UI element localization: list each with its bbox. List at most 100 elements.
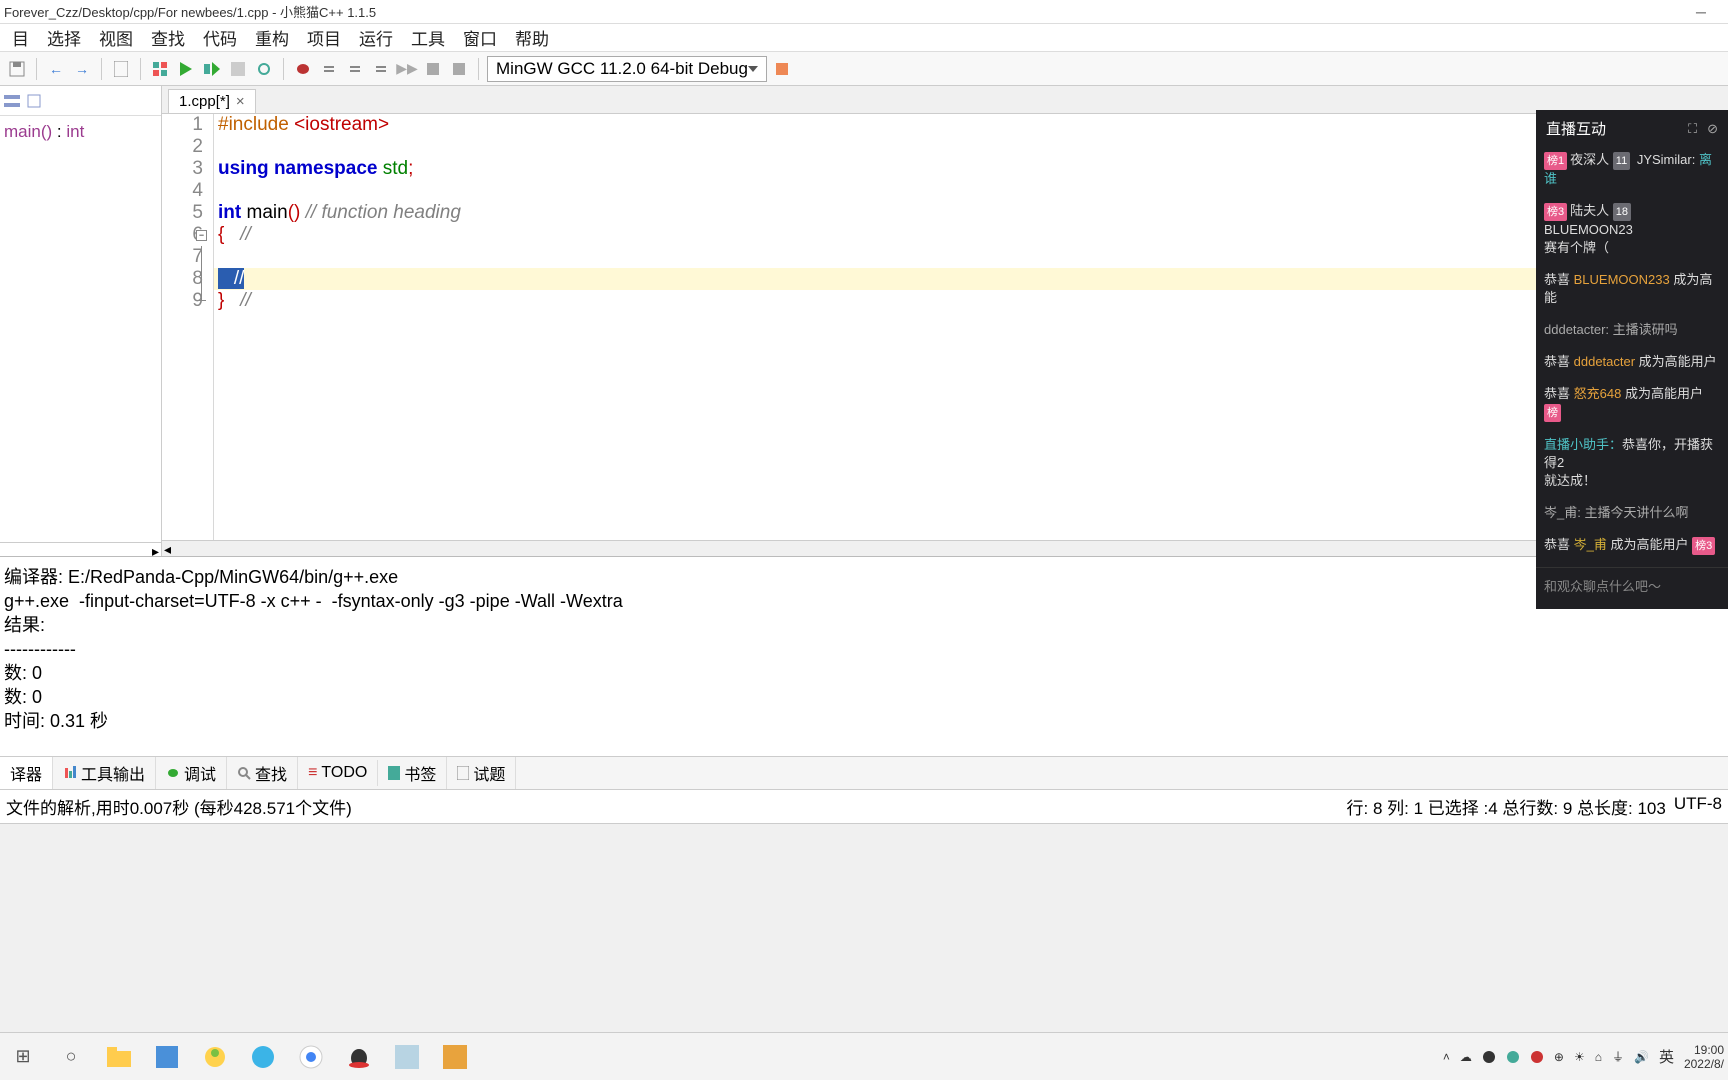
tree-type-label: int [66, 122, 84, 141]
tab-label: 1.cpp[*] [179, 93, 230, 110]
menu-item[interactable]: 窗口 [455, 23, 505, 52]
step-over-icon[interactable] [318, 58, 340, 80]
chat-message: 岑_甫: 主播今天讲什么啊 [1544, 504, 1720, 522]
debug-icon[interactable] [292, 58, 314, 80]
code-editor[interactable]: 123456789 #include <iostream> using name… [162, 114, 1728, 540]
app-icon[interactable] [392, 1042, 422, 1072]
menu-item[interactable]: 工具 [403, 23, 453, 52]
window-title: Forever_Czz/Desktop/cpp/For newbees/1.cp… [4, 2, 376, 21]
tree-icon[interactable] [4, 93, 20, 109]
back-icon[interactable]: ← [45, 58, 67, 80]
step-out-icon[interactable] [370, 58, 392, 80]
continue-icon[interactable]: ▶▶ [396, 58, 418, 80]
line-gutter: 123456789 [162, 114, 214, 540]
parse-status-label: 文件的解析,用时0.007秒 (每秒428.571个文件) [6, 794, 352, 819]
tray-icon[interactable]: ⌂ [1595, 1050, 1602, 1064]
toolbar: ← → ▶▶ MinGW GCC 11.2.0 64-bit Debug [0, 52, 1728, 86]
live-chat-panel: 直播互动 ⛶ ⊘ 榜1夜深人 11 JYSimilar: 离谁 榜3陆夫人 18 … [1536, 110, 1728, 609]
bottom-tab[interactable]: ≡TODO [298, 760, 378, 786]
tray-icon[interactable]: ⊕ [1554, 1050, 1564, 1064]
chat-message: 恭喜 岑_甫 成为高能用户 榜3 [1544, 536, 1720, 555]
file-icon[interactable] [110, 58, 132, 80]
menu-item[interactable]: 查找 [143, 23, 193, 52]
menu-item[interactable]: 帮助 [507, 23, 557, 52]
editor-tabbar: 1.cpp[*] × [162, 86, 1728, 114]
forward-icon[interactable]: → [71, 58, 93, 80]
start-icon[interactable]: ⊞ [8, 1042, 38, 1072]
editor-tab[interactable]: 1.cpp[*] × [168, 89, 256, 113]
chevron-down-icon [748, 66, 758, 72]
chat-message: 榜1夜深人 11 JYSimilar: 离谁 [1544, 151, 1720, 188]
app-icon[interactable] [152, 1042, 182, 1072]
devcpp-icon[interactable] [440, 1042, 470, 1072]
step-into-icon[interactable] [344, 58, 366, 80]
chrome-icon[interactable] [296, 1042, 326, 1072]
chat-message: 直播小助手：恭喜你，开播获得2就达成！ [1544, 436, 1720, 490]
side-panel: main() : int ▸ [0, 86, 162, 556]
edge-icon[interactable] [248, 1042, 278, 1072]
class-icon[interactable] [26, 93, 42, 109]
chat-message: 恭喜 dddetacter 成为高能用户 [1544, 353, 1720, 371]
stop2-icon[interactable] [448, 58, 470, 80]
app-icon[interactable] [200, 1042, 230, 1072]
bottom-tab[interactable]: 书签 [378, 757, 447, 789]
chat-message: 恭喜 BLUEMOON233 成为高能 [1544, 271, 1720, 307]
build-icon[interactable] [253, 58, 275, 80]
symbol-tree[interactable]: main() : int [0, 116, 161, 542]
bottom-tab[interactable]: 译器 [0, 757, 53, 789]
encoding-label: UTF-8 [1674, 794, 1722, 819]
menu-item[interactable]: 重构 [247, 23, 297, 52]
tray-icon[interactable]: ☁ [1460, 1050, 1472, 1064]
chat-message: dddetacter: 主播读研吗 [1544, 321, 1720, 339]
rebuild-icon[interactable] [227, 58, 249, 80]
run-icon[interactable] [175, 58, 197, 80]
panel-scroll-handle[interactable]: ▸ [0, 542, 161, 556]
close-icon[interactable]: × [236, 93, 245, 110]
bottom-tab[interactable]: 工具输出 [53, 757, 156, 789]
tray-chevron-icon[interactable]: ˄ [1443, 1050, 1450, 1064]
taskbar: ⊞ ○ ˄ ☁ ⊕ ☀ ⌂ ⏚ 🔊 英 19:00 2022/8/ [0, 1032, 1728, 1080]
tray-icon[interactable]: ☀ [1574, 1050, 1585, 1064]
menu-item[interactable]: 目 [4, 23, 37, 52]
compile-icon[interactable] [149, 58, 171, 80]
stop-icon[interactable] [422, 58, 444, 80]
minimize-button[interactable]: ─ [1678, 4, 1724, 20]
chat-input[interactable]: 和观众聊点什么吧～ [1536, 567, 1728, 603]
chat-title: 直播互动 [1546, 118, 1606, 139]
explorer-icon[interactable] [104, 1042, 134, 1072]
tray-icon[interactable] [1530, 1050, 1544, 1064]
tray-icon[interactable] [1506, 1050, 1520, 1064]
bottom-tab[interactable]: 查找 [227, 757, 298, 789]
clock[interactable]: 19:00 2022/8/ [1684, 1043, 1724, 1071]
expand-icon[interactable]: ⛶ [1688, 121, 1697, 137]
menu-item[interactable]: 选择 [39, 23, 89, 52]
editor-hscroll[interactable]: ◂▸ [162, 540, 1728, 556]
bottom-tab-bar: 译器 工具输出 调试 查找 ≡TODO 书签 试题 [0, 756, 1728, 790]
tree-fn-label: main() [4, 122, 52, 141]
chat-message: 榜3陆夫人 18 BLUEMOON23赛有个牌（ [1544, 202, 1720, 257]
search-icon[interactable]: ○ [56, 1042, 86, 1072]
qq-icon[interactable] [344, 1042, 374, 1072]
bottom-tab[interactable]: 调试 [156, 757, 227, 789]
menu-item[interactable]: 项目 [299, 23, 349, 52]
mute-icon[interactable]: ⊘ [1707, 121, 1718, 137]
menu-item[interactable]: 运行 [351, 23, 401, 52]
menu-bar: 目 选择 视图 查找 代码 重构 项目 运行 工具 窗口 帮助 [0, 24, 1728, 52]
compiler-dropdown[interactable]: MinGW GCC 11.2.0 64-bit Debug [487, 56, 767, 82]
bottom-tab[interactable]: 试题 [447, 757, 516, 789]
wifi-icon[interactable]: ⏚ [1612, 1048, 1624, 1065]
tray-icon[interactable] [1482, 1050, 1496, 1064]
menu-item[interactable]: 视图 [91, 23, 141, 52]
fold-toggle[interactable]: − [196, 230, 207, 241]
compiler-label: MinGW GCC 11.2.0 64-bit Debug [496, 59, 748, 79]
ime-label[interactable]: 英 [1659, 1046, 1674, 1067]
compile-run-icon[interactable] [201, 58, 223, 80]
settings-icon[interactable] [771, 58, 793, 80]
compiler-output: 编译器: E:/RedPanda-Cpp/MinGW64/bin/g++.exe… [0, 556, 1728, 756]
cursor-position: 行: 8 列: 1 已选择 :4 总行数: 9 总长度: 103 [1347, 794, 1666, 819]
volume-icon[interactable]: 🔊 [1634, 1050, 1649, 1064]
save-icon[interactable] [6, 58, 28, 80]
code-body[interactable]: #include <iostream> using namespace std;… [214, 114, 1728, 540]
chat-message: 恭喜 怒充648 成为高能用户 榜 [1544, 385, 1720, 422]
menu-item[interactable]: 代码 [195, 23, 245, 52]
